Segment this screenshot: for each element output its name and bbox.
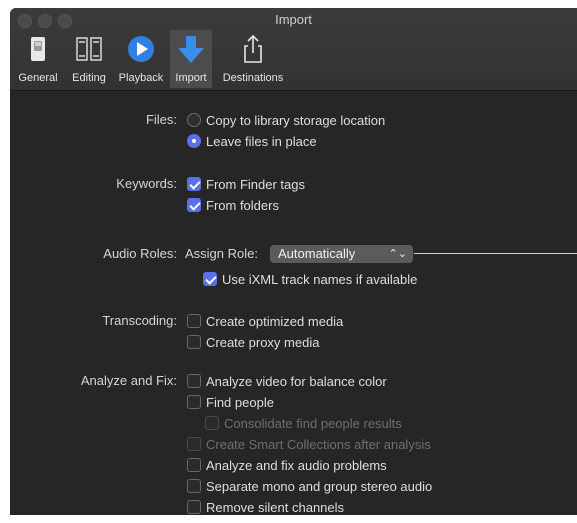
ixml-checkbox[interactable] [203, 272, 217, 286]
files-label: Files: [145, 112, 177, 127]
smart-collections-checkbox [187, 437, 201, 451]
files-copy-option[interactable]: Copy to library storage location [187, 110, 385, 130]
keywords-folders[interactable]: From folders [187, 195, 279, 215]
toolbar: Import General Editing Playback Import D… [10, 8, 577, 91]
optimized-media-option[interactable]: Create optimized media [187, 311, 343, 331]
audio-problems-checkbox[interactable] [187, 458, 201, 472]
optimized-media-label: Create optimized media [206, 313, 344, 329]
consolidate-people-option: Consolidate find people results [205, 413, 402, 433]
remove-silent-checkbox[interactable] [187, 500, 201, 514]
assign-role-label: Assign Role: [185, 246, 258, 261]
tab-destinations-label: Destinations [222, 72, 284, 84]
consolidate-people-checkbox [205, 416, 219, 430]
assign-role-value: Automatically [278, 246, 356, 261]
remove-silent-option[interactable]: Remove silent channels [187, 497, 344, 515]
analyze-balance-label: Analyze video for balance color [206, 373, 387, 389]
assign-role-popup[interactable]: Automatically ⌃⌄ [270, 245, 413, 263]
import-settings-pane: Files: Copy to library storage location … [10, 91, 577, 515]
separate-mono-label: Separate mono and group stereo audio [206, 478, 433, 494]
ixml-label: Use iXML track names if available [222, 271, 418, 287]
proxy-media-checkbox[interactable] [187, 335, 201, 349]
optimized-media-checkbox[interactable] [187, 314, 201, 328]
smart-collections-label: Create Smart Collections after analysis [206, 436, 431, 452]
separate-mono-option[interactable]: Separate mono and group stereo audio [187, 476, 432, 496]
play-icon [128, 36, 154, 62]
tab-playback[interactable]: Playback [114, 30, 168, 88]
tab-general[interactable]: General [14, 30, 62, 88]
tab-import[interactable]: Import [170, 30, 212, 88]
film-strip-icon [76, 37, 102, 61]
tab-playback-label: Playback [118, 72, 164, 84]
share-icon [244, 34, 262, 63]
role-divider-line [414, 253, 577, 254]
switch-icon [31, 37, 45, 61]
consolidate-people-label: Consolidate find people results [224, 415, 402, 431]
audio-problems-option[interactable]: Analyze and fix audio problems [187, 455, 387, 475]
folders-label: From folders [206, 197, 279, 213]
tab-editing[interactable]: Editing [66, 30, 112, 88]
tab-import-label: Import [175, 72, 207, 84]
proxy-media-option[interactable]: Create proxy media [187, 332, 319, 352]
copy-radio[interactable] [187, 113, 201, 127]
separate-mono-checkbox[interactable] [187, 479, 201, 493]
popup-chevron-icon: ⌃⌄ [388, 248, 407, 260]
tab-general-label: General [18, 72, 58, 84]
tab-editing-label: Editing [72, 72, 106, 84]
leave-in-place-label: Leave files in place [206, 133, 317, 149]
tab-destinations[interactable]: Destinations [216, 30, 290, 88]
analyze-fix-label: Analyze and Fix: [80, 373, 177, 388]
transcoding-label: Transcoding: [102, 313, 177, 328]
proxy-media-label: Create proxy media [206, 334, 320, 350]
leave-in-place-radio[interactable] [187, 134, 201, 148]
audio-roles-label: Audio Roles: [103, 246, 177, 261]
find-people-checkbox[interactable] [187, 395, 201, 409]
smart-collections-option: Create Smart Collections after analysis [187, 434, 431, 454]
import-arrow-icon [178, 36, 204, 63]
find-people-label: Find people [206, 394, 274, 410]
finder-tags-label: From Finder tags [206, 176, 305, 192]
window-title: Import [275, 12, 312, 27]
analyze-balance-option[interactable]: Analyze video for balance color [187, 371, 387, 391]
copy-radio-label: Copy to library storage location [206, 112, 386, 128]
analyze-balance-checkbox[interactable] [187, 374, 201, 388]
ixml-option[interactable]: Use iXML track names if available [203, 269, 417, 289]
audio-problems-label: Analyze and fix audio problems [206, 457, 387, 473]
find-people-option[interactable]: Find people [187, 392, 274, 412]
keywords-label: Keywords: [116, 176, 177, 191]
files-leave-option[interactable]: Leave files in place [187, 131, 317, 151]
keywords-finder-tags[interactable]: From Finder tags [187, 174, 305, 194]
folders-checkbox[interactable] [187, 198, 201, 212]
remove-silent-label: Remove silent channels [206, 499, 345, 515]
finder-tags-checkbox[interactable] [187, 177, 201, 191]
preferences-window: Import General Editing Playback Import D… [10, 8, 577, 515]
